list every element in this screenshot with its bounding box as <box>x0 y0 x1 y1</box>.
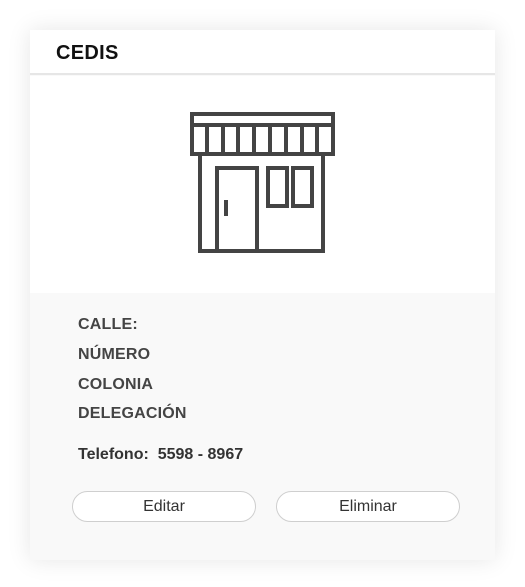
colony-label: COLONIA <box>78 376 154 393</box>
card-title: CEDIS <box>56 42 119 64</box>
card-header: CEDIS <box>30 30 495 75</box>
edit-button[interactable]: Editar <box>72 491 256 522</box>
delegation-label: DELEGACIÓN <box>78 405 187 422</box>
delete-button[interactable]: Eliminar <box>276 491 460 522</box>
street-label: CALLE: <box>78 316 138 333</box>
cedis-card: CEDIS CALLE: NÚMERO COLONIA DELEGACIÓN T… <box>30 30 495 560</box>
phone-label: Telefono: <box>78 446 149 463</box>
store-front-icon <box>190 112 335 253</box>
phone-row: Telefono: 5598 - 8967 <box>78 446 243 464</box>
phone-value: 5598 - 8967 <box>157 446 244 463</box>
number-label: NÚMERO <box>78 346 151 363</box>
image-panel <box>30 76 495 293</box>
